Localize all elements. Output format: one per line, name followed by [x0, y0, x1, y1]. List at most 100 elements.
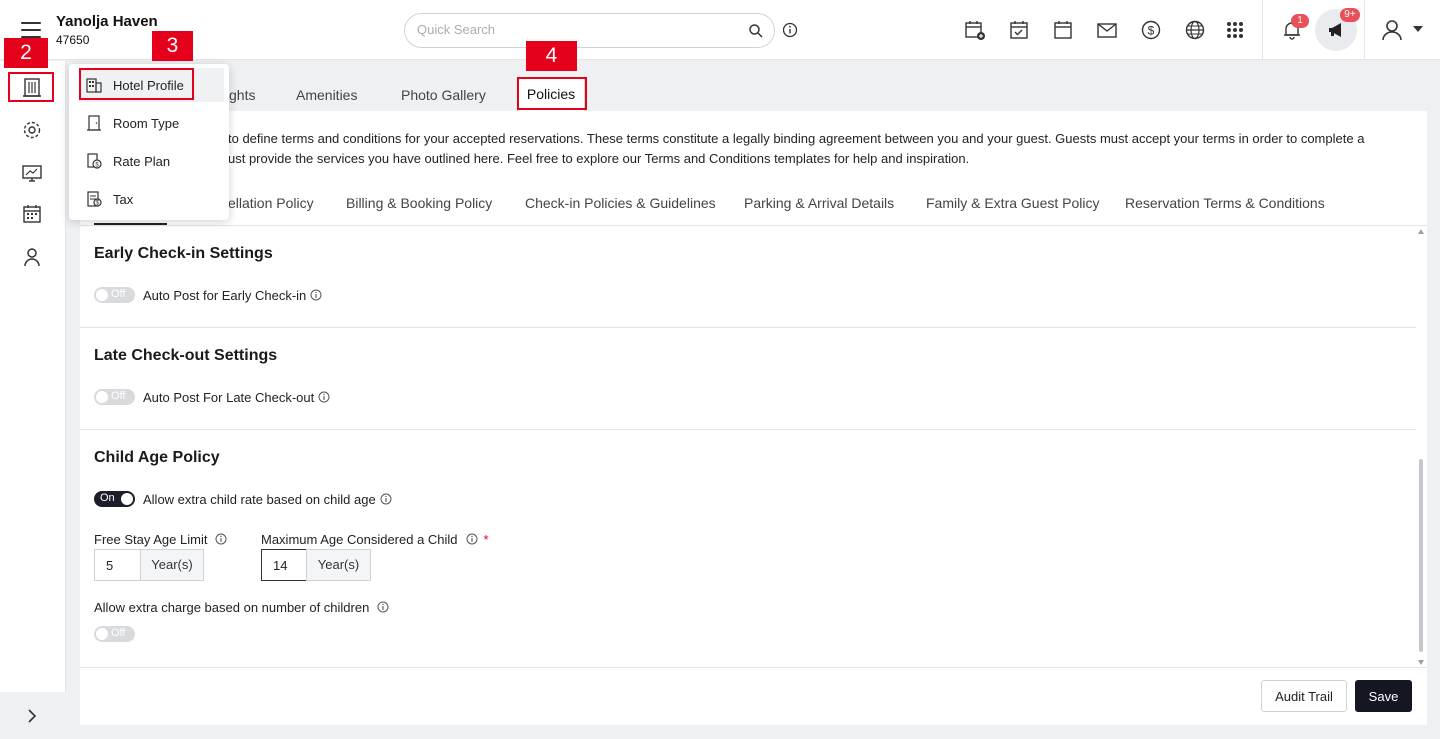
step-marker-2: 2 — [4, 38, 48, 68]
free-stay-age-input[interactable] — [94, 549, 141, 581]
search-icon[interactable] — [748, 23, 764, 39]
calendar-grid-icon[interactable] — [21, 203, 43, 225]
late-checkout-label: Auto Post For Late Check-out — [143, 390, 330, 405]
subtab-billing-booking[interactable]: Billing & Booking Policy — [346, 195, 492, 211]
info-icon[interactable] — [380, 493, 392, 505]
policies-description: to define terms and conditions for your … — [228, 129, 1408, 169]
child-rate-label: Allow extra child rate based on child ag… — [143, 492, 392, 507]
highlight-box-policies — [517, 77, 587, 110]
search-input[interactable] — [417, 22, 737, 37]
mail-icon[interactable] — [1096, 19, 1118, 41]
monitor-chart-icon[interactable] — [21, 162, 43, 184]
menu-label: Tax — [113, 192, 134, 207]
toggle-knob — [121, 493, 133, 505]
scroll-up-icon[interactable] — [1418, 229, 1424, 234]
scrollbar-thumb[interactable] — [1419, 459, 1423, 652]
notification-badge: 1 — [1291, 14, 1309, 28]
save-button[interactable]: Save — [1355, 680, 1412, 712]
header-divider — [1262, 0, 1263, 60]
menu-label: Rate Plan — [113, 154, 171, 169]
menu-label: Room Type — [113, 116, 180, 131]
toggle-state: Off — [111, 288, 126, 300]
free-stay-text: Free Stay Age Limit — [94, 532, 208, 547]
person-icon[interactable] — [21, 246, 43, 268]
child-age-title: Child Age Policy — [94, 449, 220, 466]
toggle-state: Off — [111, 627, 126, 639]
subtab-family-extra-guest[interactable]: Family & Extra Guest Policy — [926, 195, 1100, 211]
menu-item-tax[interactable]: $ Tax — [69, 182, 229, 216]
chevron-down-icon[interactable] — [1413, 26, 1423, 32]
calendar-check-icon[interactable] — [1008, 19, 1030, 41]
subtab-checkin-policies[interactable]: Check-in Policies & Guidelines — [525, 195, 716, 211]
highlight-box-hotel-profile — [79, 68, 194, 100]
max-age-unit: Year(s) — [306, 549, 371, 581]
policies-card: to define terms and conditions for your … — [80, 111, 1427, 725]
description-line-2: ust provide the services you have outlin… — [228, 151, 970, 166]
info-icon[interactable] — [310, 289, 322, 301]
late-checkout-title: Late Check-out Settings — [94, 347, 278, 364]
announcement-badge: 9+ — [1340, 8, 1360, 22]
description-line-1: to define terms and conditions for your … — [228, 131, 1365, 146]
highlight-box-building — [8, 72, 54, 102]
door-icon — [87, 115, 101, 131]
toggle-knob — [96, 628, 108, 640]
calendar-plus-icon[interactable] — [964, 19, 986, 41]
apps-grid-icon[interactable] — [1224, 19, 1246, 41]
subtab-reservation-terms[interactable]: Reservation Terms & Conditions — [1125, 195, 1325, 211]
late-checkout-text: Auto Post For Late Check-out — [143, 390, 315, 405]
rate-plan-icon: $ — [87, 153, 102, 169]
child-rate-toggle[interactable]: On — [94, 491, 135, 507]
extra-charge-text: Allow extra charge based on number of ch… — [94, 600, 370, 615]
max-child-age-input[interactable] — [261, 549, 307, 581]
info-icon[interactable] — [318, 391, 330, 403]
user-icon[interactable] — [1380, 18, 1404, 42]
section-divider — [80, 429, 1416, 430]
toggle-state: Off — [111, 390, 126, 402]
tab-photo-gallery[interactable]: Photo Gallery — [401, 87, 486, 103]
audit-trail-button[interactable]: Audit Trail — [1261, 680, 1347, 712]
top-header: Yanolja Haven 47650 $ 1 9+ — [0, 0, 1440, 60]
child-rate-text: Allow extra child rate based on child ag… — [143, 492, 376, 507]
tax-icon: $ — [87, 191, 102, 207]
early-checkin-toggle[interactable]: Off — [94, 287, 135, 303]
hotel-name: Yanolja Haven — [56, 13, 158, 30]
menu-item-rate-plan[interactable]: $ Rate Plan — [69, 144, 229, 178]
section-divider — [80, 327, 1416, 328]
free-stay-label: Free Stay Age Limit — [94, 532, 227, 547]
sidebar-expand-button[interactable] — [0, 692, 66, 739]
toggle-knob — [96, 391, 108, 403]
step-marker-4: 4 — [526, 41, 577, 71]
free-stay-unit: Year(s) — [140, 549, 204, 581]
chevron-right-icon — [28, 709, 37, 723]
calendar-icon[interactable] — [1052, 19, 1074, 41]
max-age-label: Maximum Age Considered a Child * — [261, 532, 489, 547]
info-icon[interactable] — [377, 601, 389, 613]
info-icon[interactable] — [215, 533, 227, 545]
menu-item-room-type[interactable]: Room Type — [69, 106, 229, 140]
quick-search[interactable] — [404, 13, 775, 48]
header-divider — [1364, 0, 1365, 60]
subtab-parking-arrival[interactable]: Parking & Arrival Details — [744, 195, 894, 211]
extra-charge-label: Allow extra charge based on number of ch… — [94, 600, 389, 615]
info-icon[interactable] — [466, 533, 478, 545]
info-icon[interactable] — [782, 22, 798, 38]
toggle-state: On — [100, 492, 115, 504]
step-marker-3: 3 — [152, 31, 193, 61]
tab-highlights[interactable]: ghts — [229, 87, 255, 103]
hamburger-menu-icon[interactable] — [21, 22, 41, 38]
scroll-down-icon[interactable] — [1418, 660, 1424, 665]
max-age-text: Maximum Age Considered a Child — [261, 532, 458, 547]
dollar-icon[interactable]: $ — [1140, 19, 1162, 41]
extra-charge-toggle[interactable]: Off — [94, 626, 135, 642]
subtab-divider — [80, 225, 1427, 226]
early-checkin-title: Early Check-in Settings — [94, 245, 273, 262]
toggle-knob — [96, 289, 108, 301]
footer-divider — [80, 667, 1427, 668]
tab-amenities[interactable]: Amenities — [296, 87, 357, 103]
early-checkin-label: Auto Post for Early Check-in — [143, 288, 322, 303]
late-checkout-toggle[interactable]: Off — [94, 389, 135, 405]
globe-icon[interactable] — [1184, 19, 1206, 41]
megaphone-icon — [1329, 23, 1341, 37]
subtab-cancellation-policy[interactable]: ellation Policy — [228, 195, 314, 211]
gear-icon[interactable] — [21, 119, 43, 141]
